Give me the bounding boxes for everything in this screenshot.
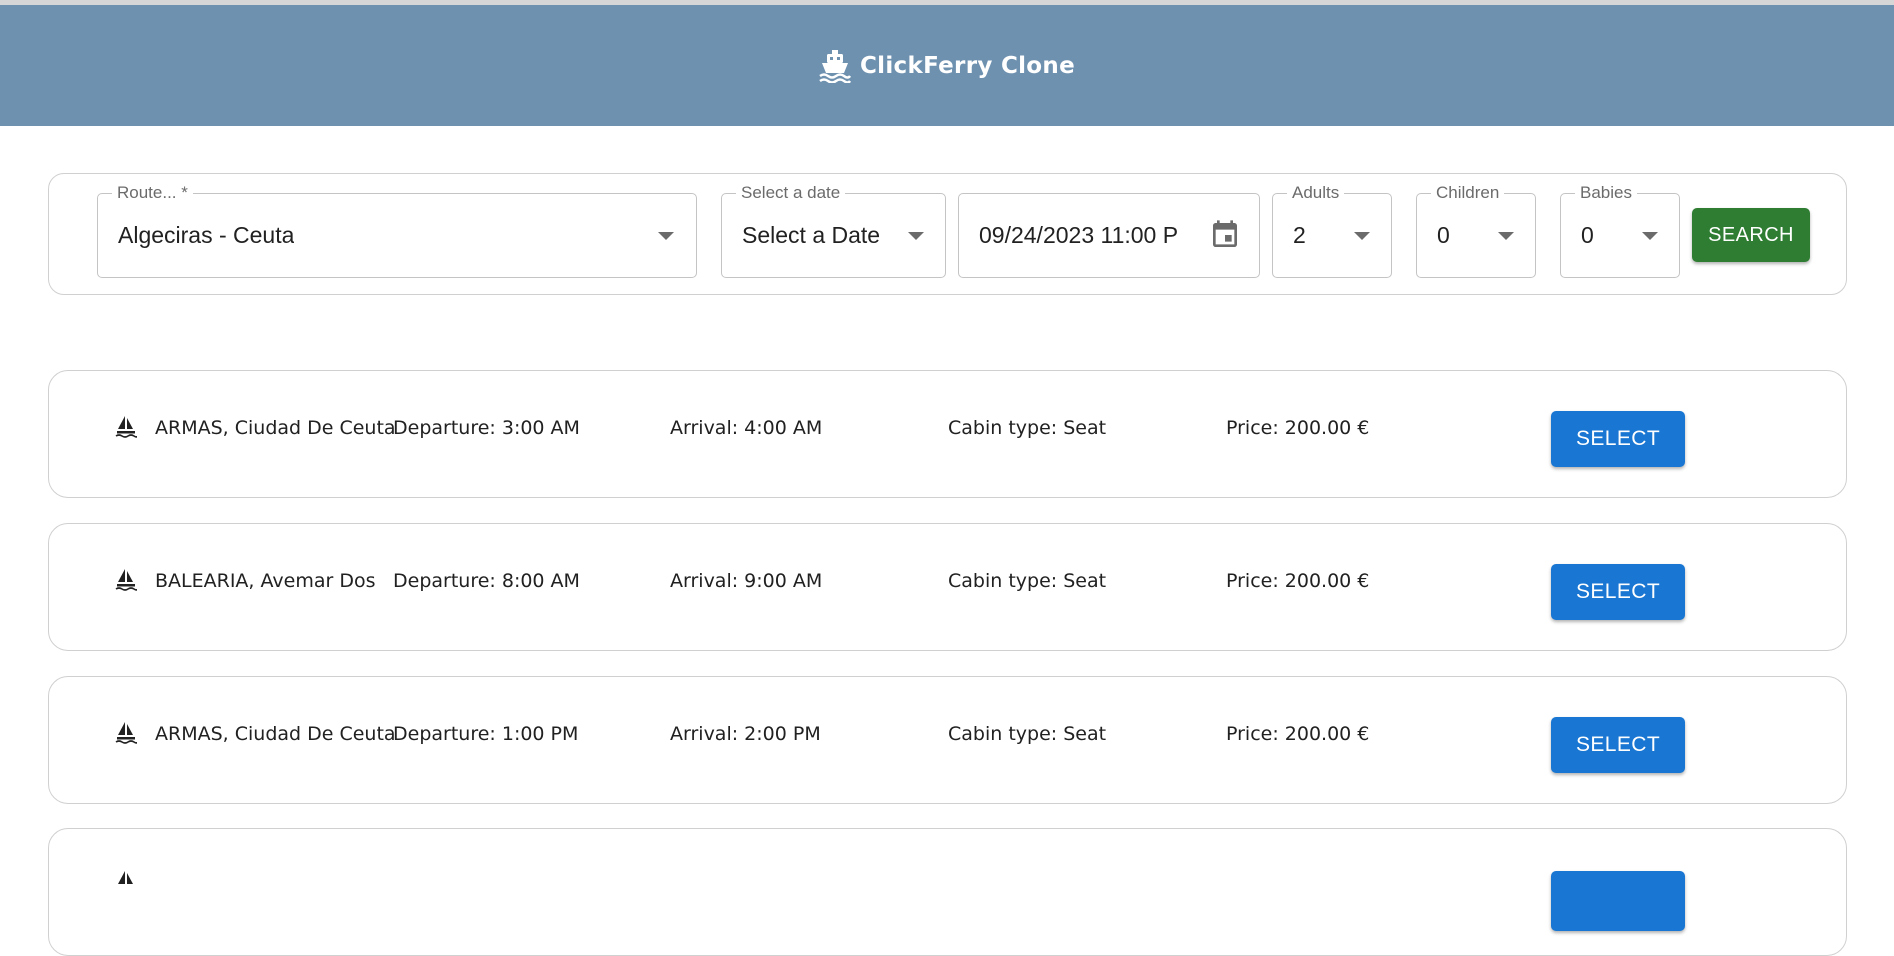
route-value: Algeciras - Ceuta bbox=[118, 222, 295, 248]
select-button[interactable]: SELECT bbox=[1551, 411, 1685, 467]
babies-label: Babies bbox=[1575, 183, 1637, 203]
operator-name: BALEARIA, Avemar Dos bbox=[155, 570, 376, 592]
adults-select[interactable]: Adults 2 bbox=[1272, 183, 1392, 278]
arrival-time: Arrival: 2:00 PM bbox=[670, 723, 821, 745]
sailboat-icon bbox=[118, 871, 133, 884]
sailboat-icon bbox=[115, 569, 137, 591]
cabin-type: Cabin type: Seat bbox=[948, 570, 1107, 592]
select-button[interactable]: SELECT bbox=[1551, 717, 1685, 773]
result-card: ARMAS, Ciudad De Ceuta Departure: 3:00 A… bbox=[48, 370, 1847, 498]
departure-time: Departure: 1:00 PM bbox=[393, 723, 579, 745]
result-card: BALEARIA, Avemar Dos Departure: 8:00 AM … bbox=[48, 523, 1847, 651]
date-select-value: Select a Date bbox=[742, 222, 881, 248]
route-label: Route... * bbox=[112, 183, 193, 203]
departure-time: Departure: 3:00 AM bbox=[393, 417, 580, 439]
arrival-time: Arrival: 4:00 AM bbox=[670, 417, 823, 439]
babies-value: 0 bbox=[1581, 222, 1594, 248]
arrival-time: Arrival: 9:00 AM bbox=[670, 570, 823, 592]
chevron-down-icon bbox=[908, 232, 924, 240]
children-value: 0 bbox=[1437, 222, 1450, 248]
brand[interactable]: ClickFerry Clone bbox=[819, 49, 1075, 83]
route-select[interactable]: Route... * Algeciras - Ceuta bbox=[97, 183, 697, 278]
price: Price: 200.00 € bbox=[1226, 570, 1370, 592]
select-button[interactable]: SELECT bbox=[1551, 564, 1685, 620]
babies-select[interactable]: Babies 0 bbox=[1560, 183, 1680, 278]
cabin-type: Cabin type: Seat bbox=[948, 723, 1107, 745]
app-header: ClickFerry Clone bbox=[0, 5, 1894, 126]
chevron-down-icon bbox=[1498, 232, 1514, 240]
result-card: ARMAS, Ciudad De Ceuta Departure: 1:00 P… bbox=[48, 676, 1847, 804]
adults-value: 2 bbox=[1293, 222, 1306, 248]
chevron-down-icon bbox=[1642, 232, 1658, 240]
date-select[interactable]: Select a date Select a Date bbox=[721, 183, 946, 278]
price: Price: 200.00 € bbox=[1226, 417, 1370, 439]
calendar-icon[interactable] bbox=[1209, 218, 1241, 252]
operator-name: ARMAS, Ciudad De Ceuta bbox=[155, 723, 396, 745]
chevron-down-icon bbox=[1354, 232, 1370, 240]
price: Price: 200.00 € bbox=[1226, 723, 1370, 745]
cabin-type: Cabin type: Seat bbox=[948, 417, 1107, 439]
departure-time: Departure: 8:00 AM bbox=[393, 570, 580, 592]
ship-icon bbox=[819, 49, 851, 83]
select-button[interactable] bbox=[1551, 871, 1685, 931]
datetime-input[interactable]: 09/24/2023 11:00 P bbox=[958, 193, 1260, 278]
adults-label: Adults bbox=[1287, 183, 1345, 203]
datetime-value: 09/24/2023 11:00 P bbox=[979, 222, 1179, 248]
children-select[interactable]: Children 0 bbox=[1416, 183, 1536, 278]
search-button[interactable]: SEARCH bbox=[1692, 208, 1810, 262]
operator-name: ARMAS, Ciudad De Ceuta bbox=[155, 417, 396, 439]
sailboat-icon bbox=[115, 722, 137, 744]
app-title: ClickFerry Clone bbox=[860, 52, 1075, 79]
result-card bbox=[48, 828, 1847, 956]
date-select-label: Select a date bbox=[736, 183, 846, 203]
chevron-down-icon bbox=[658, 232, 674, 240]
children-label: Children bbox=[1431, 183, 1505, 203]
sailboat-icon bbox=[115, 416, 137, 438]
